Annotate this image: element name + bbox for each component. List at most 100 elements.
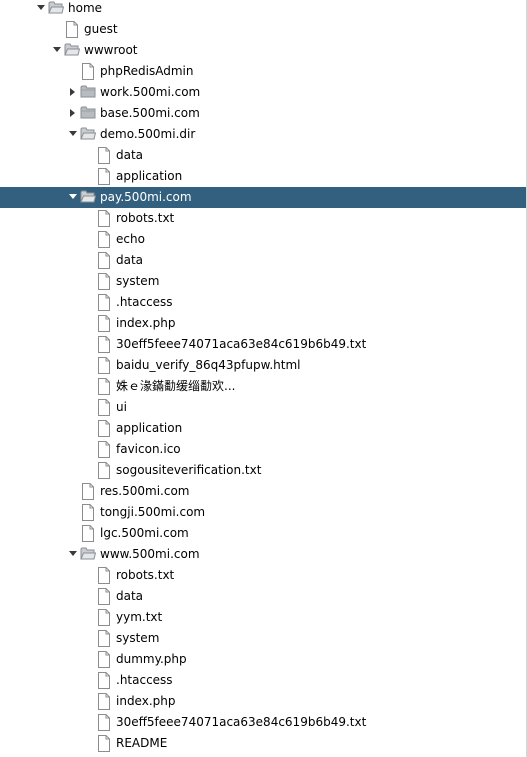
tree-node-label: 30eff5feee74071aca63e84c619b6b49.txt	[116, 715, 367, 729]
file-icon	[97, 294, 113, 311]
folder-open-icon	[64, 42, 80, 59]
tree-file-row[interactable]: application	[0, 418, 526, 439]
file-icon	[81, 483, 97, 500]
tree-node-label: home	[68, 1, 103, 15]
tree-file-row[interactable]: robots.txt	[0, 565, 526, 586]
file-icon	[97, 630, 113, 647]
file-icon	[97, 462, 113, 479]
tree-node-label: baidu_verify_86q43pfupw.html	[116, 358, 301, 372]
file-icon	[97, 231, 113, 248]
file-icon	[97, 672, 113, 689]
tree-node-label: sogousiteverification.txt	[116, 463, 262, 477]
file-icon	[97, 441, 113, 458]
tree-node-label: application	[116, 421, 183, 435]
tree-node-label: data	[116, 148, 144, 162]
tree-node-label: .htaccess	[116, 295, 173, 309]
tree-file-row[interactable]: system	[0, 628, 526, 649]
file-icon	[81, 525, 97, 542]
file-icon	[97, 651, 113, 668]
tree-node-label: robots.txt	[116, 211, 175, 225]
tree-folder-row[interactable]: home	[0, 0, 526, 19]
tree-node-label: pay.500mi.com	[100, 190, 192, 204]
file-icon	[65, 21, 81, 38]
folder-open-icon	[80, 546, 96, 563]
tree-node-label: guest	[84, 22, 118, 36]
tree-folder-row[interactable]: demo.500mi.dir	[0, 124, 526, 145]
file-icon	[97, 210, 113, 227]
tree-node-label: phpRedisAdmin	[100, 64, 194, 78]
tree-node-label: system	[116, 274, 160, 288]
tree-node-label: index.php	[116, 316, 176, 330]
folder-open-icon	[80, 189, 96, 206]
tree-node-label: README	[116, 736, 168, 750]
expand-arrow-down-icon[interactable]	[36, 3, 46, 13]
folder-closed-icon	[80, 105, 96, 122]
tree-node-label: www.500mi.com	[100, 547, 200, 561]
folder-closed-icon	[80, 84, 96, 101]
tree-file-row[interactable]: tongji.500mi.com	[0, 502, 526, 523]
expand-arrow-down-icon[interactable]	[52, 45, 62, 55]
tree-node-label: dummy.php	[116, 652, 187, 666]
tree-file-row[interactable]: index.php	[0, 313, 526, 334]
folder-open-icon	[48, 0, 64, 17]
file-icon	[97, 399, 113, 416]
tree-folder-row[interactable]: pay.500mi.com	[0, 187, 526, 208]
tree-folder-row[interactable]: wwwroot	[0, 40, 526, 61]
tree-file-row[interactable]: 30eff5feee74071aca63e84c619b6b49.txt	[0, 334, 526, 355]
tree-node-label: application	[116, 169, 183, 183]
file-icon	[97, 567, 113, 584]
tree-file-row[interactable]: 姝ｅ湪鏋勫缓缁勫欢...	[0, 376, 526, 397]
tree-file-row[interactable]: yym.txt	[0, 607, 526, 628]
folder-open-icon	[80, 126, 96, 143]
tree-folder-row[interactable]: www.500mi.com	[0, 544, 526, 565]
tree-node-label: robots.txt	[116, 568, 175, 582]
file-icon	[81, 504, 97, 521]
tree-file-row[interactable]: ui	[0, 397, 526, 418]
tree-folder-row[interactable]: base.500mi.com	[0, 103, 526, 124]
collapse-arrow-right-icon[interactable]	[68, 87, 78, 97]
expand-arrow-down-icon[interactable]	[68, 192, 78, 202]
tree-node-label: demo.500mi.dir	[100, 127, 196, 141]
tree-node-label: tongji.500mi.com	[100, 505, 206, 519]
tree-file-row[interactable]: index.php	[0, 691, 526, 712]
tree-file-row[interactable]: echo	[0, 229, 526, 250]
tree-file-row[interactable]: .htaccess	[0, 292, 526, 313]
file-icon	[97, 609, 113, 626]
tree-node-label: favicon.ico	[116, 442, 181, 456]
tree-file-row[interactable]: dummy.php	[0, 649, 526, 670]
tree-file-row[interactable]: favicon.ico	[0, 439, 526, 460]
file-icon	[97, 252, 113, 269]
expand-arrow-down-icon[interactable]	[68, 129, 78, 139]
file-icon	[97, 735, 113, 752]
tree-file-row[interactable]: data	[0, 145, 526, 166]
tree-file-row[interactable]: .htaccess	[0, 670, 526, 691]
tree-node-label: data	[116, 253, 144, 267]
tree-file-row[interactable]: robots.txt	[0, 208, 526, 229]
tree-folder-row[interactable]: work.500mi.com	[0, 82, 526, 103]
tree-file-row[interactable]: phpRedisAdmin	[0, 61, 526, 82]
file-tree[interactable]: home guest wwwroot phpRedisAdmin work.500mi.…	[0, 0, 528, 757]
tree-file-row[interactable]: application	[0, 166, 526, 187]
expand-arrow-down-icon[interactable]	[68, 549, 78, 559]
tree-file-row[interactable]: data	[0, 586, 526, 607]
file-icon	[81, 63, 97, 80]
file-icon	[97, 588, 113, 605]
tree-node-label: lgc.500mi.com	[100, 526, 189, 540]
tree-file-row[interactable]: 30eff5feee74071aca63e84c619b6b49.txt	[0, 712, 526, 733]
tree-file-row[interactable]: baidu_verify_86q43pfupw.html	[0, 355, 526, 376]
tree-file-row[interactable]: sogousiteverification.txt	[0, 460, 526, 481]
tree-file-row[interactable]: guest	[0, 19, 526, 40]
tree-file-row[interactable]: data	[0, 250, 526, 271]
tree-file-row[interactable]: README	[0, 733, 526, 754]
tree-node-label: yym.txt	[116, 610, 163, 624]
tree-file-row[interactable]: system	[0, 271, 526, 292]
file-icon	[97, 273, 113, 290]
tree-node-label: wwwroot	[84, 43, 138, 57]
tree-node-label: 30eff5feee74071aca63e84c619b6b49.txt	[116, 337, 367, 351]
tree-file-row[interactable]: lgc.500mi.com	[0, 523, 526, 544]
file-icon	[97, 147, 113, 164]
file-icon	[97, 693, 113, 710]
tree-node-label: echo	[116, 232, 145, 246]
collapse-arrow-right-icon[interactable]	[68, 108, 78, 118]
tree-file-row[interactable]: res.500mi.com	[0, 481, 526, 502]
